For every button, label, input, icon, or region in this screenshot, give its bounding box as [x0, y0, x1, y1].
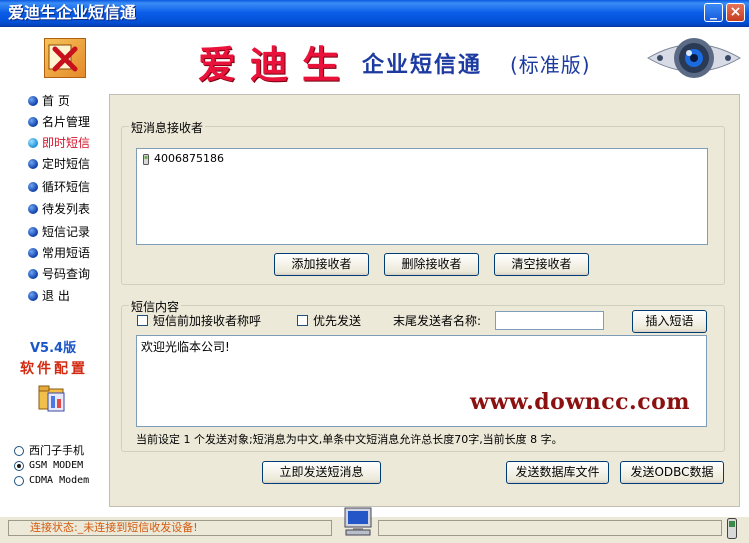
- bullet-icon: [28, 269, 38, 279]
- device-option-label: CDMA Modem: [29, 475, 90, 486]
- software-config-link[interactable]: 软件配置: [20, 358, 88, 378]
- radio-button[interactable]: [14, 461, 24, 471]
- insert-phrase-button[interactable]: 插入短语: [632, 310, 707, 333]
- app-logo-icon: [44, 38, 86, 78]
- recipients-group-title: 短消息接收者: [129, 119, 206, 136]
- bullet-icon: [28, 96, 38, 106]
- recipients-list[interactable]: 4006875186: [136, 148, 708, 245]
- send-odbc-button[interactable]: 发送ODBC数据: [620, 461, 724, 484]
- close-button[interactable]: ×: [726, 3, 745, 22]
- sidebar-item-label: 定时短信: [42, 157, 91, 171]
- send-db-file-button[interactable]: 发送数据库文件: [506, 461, 609, 484]
- computer-icon: [342, 507, 374, 537]
- checkbox[interactable]: [137, 315, 148, 326]
- checkbox-label: 短信前加接收者称呼: [153, 314, 262, 328]
- config-folder-icon[interactable]: [36, 381, 70, 415]
- add-recipient-button[interactable]: 添加接收者: [274, 253, 369, 276]
- bullet-icon: [28, 204, 38, 214]
- bullet-icon: [28, 159, 38, 169]
- send-now-button[interactable]: 立即发送短消息: [262, 461, 381, 484]
- bullet-icon: [28, 291, 38, 301]
- window-title: 爱迪生企业短信通: [8, 3, 137, 22]
- sidebar-item-label: 首 页: [42, 94, 70, 108]
- bullet-icon: [28, 248, 38, 258]
- radio-button[interactable]: [14, 476, 24, 486]
- minimize-button[interactable]: _: [704, 3, 723, 22]
- device-option-label: 西门子手机: [29, 444, 84, 457]
- message-status-text: 当前设定 1 个发送对象;短消息为中文,单条中文短消息允许总长度70字,当前长度…: [136, 433, 563, 446]
- sidebar-item-label: 名片管理: [42, 115, 91, 129]
- sidebar-item-label: 短信记录: [42, 225, 91, 239]
- title-bar: 爱迪生企业短信通 _ ×: [0, 0, 749, 27]
- sidebar-item-label: 退 出: [42, 289, 70, 303]
- sidebar-item-label: 即时短信: [42, 136, 91, 150]
- message-body-text: 欢迎光临本公司!: [141, 340, 230, 354]
- sidebar-item-label: 常用短语: [42, 246, 91, 260]
- version-label: V5.4版: [30, 341, 77, 356]
- globe-icon: [28, 138, 38, 148]
- checkbox-label: 优先发送: [313, 314, 362, 328]
- clear-recipients-button[interactable]: 清空接收者: [494, 253, 589, 276]
- edition-label: (标准版): [510, 53, 591, 77]
- sender-name-input[interactable]: [495, 311, 604, 330]
- bullet-icon: [28, 117, 38, 127]
- status-bar: 连接状态:_未连接到短信收发设备!: [0, 507, 749, 543]
- watermark-text: www.downcc.com: [470, 389, 691, 415]
- mobile-phone-icon: [143, 153, 149, 165]
- recipient-number: 4006875186: [154, 152, 224, 165]
- connection-status-text: 连接状态:_未连接到短信收发设备!: [30, 521, 198, 534]
- device-option-label: GSM MODEM: [29, 460, 84, 471]
- eye-lens-icon: [646, 31, 742, 85]
- product-name: 企业短信通: [362, 52, 483, 78]
- brand-name: 爱迪生: [198, 42, 355, 87]
- mobile-phone-icon: [727, 518, 737, 539]
- bullet-icon: [28, 227, 38, 237]
- checkbox[interactable]: [297, 315, 308, 326]
- sidebar-item-label: 号码查询: [42, 267, 91, 281]
- progress-panel: [378, 520, 722, 536]
- remove-recipient-button[interactable]: 删除接收者: [384, 253, 479, 276]
- radio-button[interactable]: [14, 446, 24, 456]
- bullet-icon: [28, 182, 38, 192]
- sidebar-item-label: 待发列表: [42, 202, 91, 216]
- sender-name-label: 末尾发送者名称:: [393, 314, 482, 328]
- sidebar-item-label: 循环短信: [42, 180, 91, 194]
